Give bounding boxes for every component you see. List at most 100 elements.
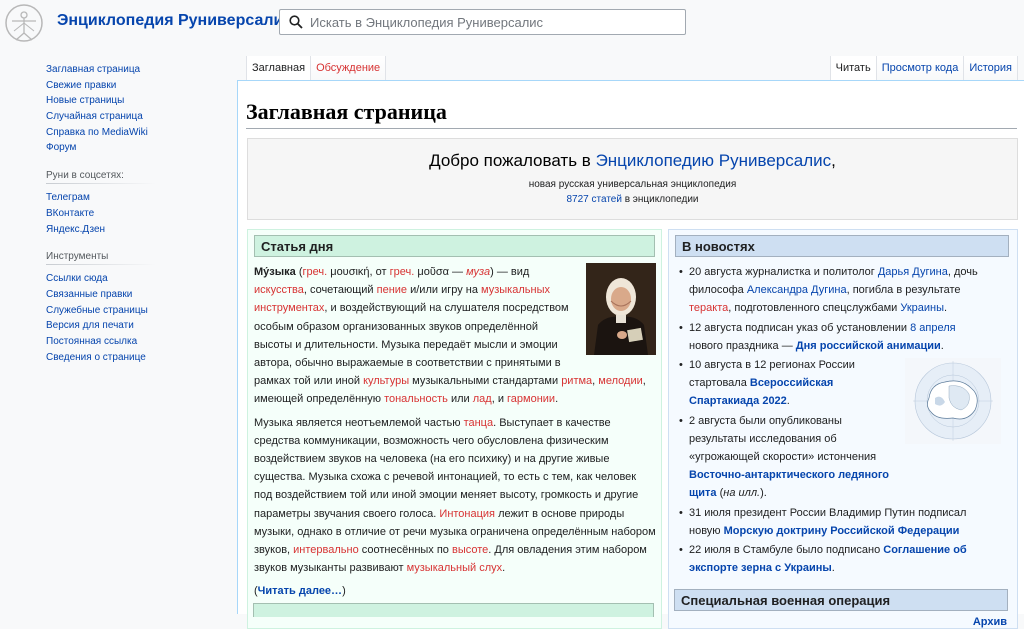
news-item: 12 августа подписан указ об установлении… [679,319,979,355]
news-archive-link[interactable]: Архив [973,616,1007,628]
inline-link[interactable]: Дня российской анимации [796,340,941,352]
tab-read[interactable]: Читать [829,56,877,80]
text-run: μουσική, от [327,266,390,278]
inline-link[interactable]: танца [464,417,494,429]
sidebar-item-related-changes[interactable]: Связанные правки [46,287,156,303]
inline-link[interactable]: 8 апреля [910,322,956,334]
text-run: 20 августа журналистка и политолог [689,266,878,278]
inline-link[interactable]: тональность [384,393,448,405]
inline-link[interactable]: высоте [452,544,488,556]
tab-main-page[interactable]: Заглавная [246,56,312,80]
news-item: 2 августа были опубликованы результаты и… [679,412,901,503]
sidebar-item-yandex-zen[interactable]: Яндекс.Дзен [46,222,156,238]
inline-link[interactable]: ритма [561,375,592,387]
featured-paragraph-2: Музыка является неотъемлемой частью танц… [254,414,656,578]
sidebar-item-printable-version[interactable]: Версия для печати [46,318,156,334]
text-run: 2 августа были опубликованы результаты и… [689,414,877,464]
tab-view-source[interactable]: Просмотр кода [876,56,965,80]
welcome-suffix: , [831,151,836,170]
sidebar-item-recent-changes[interactable]: Свежие правки [46,78,156,94]
welcome-banner: Добро пожаловать в Энциклопедию Руниверс… [247,138,1018,220]
sidebar-item-what-links-here[interactable]: Ссылки сюда [46,271,156,287]
news-item: 10 августа в 12 регионах России стартова… [679,356,901,411]
welcome-prefix: Добро пожаловать в [429,151,596,170]
featured-article-box: Статья дня Му́зыка (греч. μουσική, от гр… [247,229,662,629]
news-item: 22 июля в Стамбуле было подписано Соглаш… [679,541,979,577]
text-run: музыкальными стандартами [409,375,562,388]
inline-link[interactable]: пение [377,284,407,296]
text-run: , подготовленного спецслужбами [728,302,901,315]
sidebar-tools-heading: Инструменты [46,251,156,266]
inline-link[interactable]: искусства [254,284,304,296]
bach-portrait-image[interactable] [586,263,656,355]
inline-link[interactable]: муза [466,266,490,278]
news-box: В новостях 20 августа журналистка и поли… [668,229,1018,629]
read-more-line: (Читать далее…) [254,582,656,600]
inline-link[interactable]: лад [473,393,492,405]
featured-article-body: Му́зыка (греч. μουσική, от греч. μοῦσα —… [254,263,656,606]
tab-history[interactable]: История [964,56,1018,80]
article-count-suffix: в энциклопедии [621,194,699,205]
inline-link[interactable]: Александра Дугина [747,284,847,296]
search-input[interactable] [310,13,670,31]
namespace-tabs: Заглавная Обсуждение [246,56,387,80]
text-run: . [502,562,506,575]
inline-link[interactable]: Морскую доктрину Российской Федерации [724,525,960,537]
text-run: . [786,395,790,408]
sidebar-tools: Ссылки сюда Связанные правки Служебные с… [46,271,156,365]
text-run: , сочетающий [303,284,377,297]
inline-link[interactable]: мелодии [598,375,642,387]
article-count-link[interactable]: 8727 статей [566,194,621,205]
welcome-heading: Добро пожаловать в Энциклопедию Руниверс… [248,151,1017,171]
text-run: Музыка является неотъемлемой частью [254,416,464,429]
sidebar-item-page-info[interactable]: Сведения о странице [46,350,156,366]
inline-link[interactable]: теракта [689,302,728,314]
sidebar-item-vkontakte[interactable]: ВКонтакте [46,206,156,222]
search-box[interactable] [279,9,686,35]
sidebar-item-special-pages[interactable]: Служебные страницы [46,303,156,319]
site-logo-icon[interactable] [4,3,44,43]
inline-link[interactable]: Украины [900,302,944,314]
inline-link[interactable]: Дарья Дугина [878,266,948,278]
welcome-link[interactable]: Энциклопедию Руниверсалис [596,151,832,170]
main-content: Заглавная страница Добро пожаловать в Эн… [237,80,1024,629]
sidebar-item-telegram[interactable]: Телеграм [46,190,156,206]
text-run: ). [760,487,767,500]
title-divider [246,128,1017,129]
inline-link[interactable]: греч. [303,266,328,278]
inline-link[interactable]: культуры [363,375,409,387]
sidebar-social-heading: Руни в соцсетях: [46,170,156,185]
sidebar-item-permanent-link[interactable]: Постоянная ссылка [46,334,156,350]
welcome-tagline: новая русская универсальная энциклопедия [528,179,737,190]
text-run: . [831,562,835,575]
text-run: ( [295,266,303,278]
inline-link[interactable]: Интонация [439,508,495,520]
sidebar-item-mediawiki-help[interactable]: Справка по MediaWiki [46,125,156,141]
text-run: на илл. [723,487,761,500]
text-run: или [447,393,473,406]
sidebar-item-forum[interactable]: Форум [46,140,156,156]
inline-link[interactable]: интервально [293,544,359,556]
sidebar-nav: Заглавная страница Свежие правки Новые с… [46,62,156,156]
sidebar-social: Телеграм ВКонтакте Яндекс.Дзен [46,190,156,237]
text-run: , и [491,393,508,406]
inline-link[interactable]: музыкальный слух [407,562,503,574]
next-section-box-partial [253,603,654,617]
page-title: Заглавная страница [246,99,447,124]
sidebar-item-random-page[interactable]: Случайная страница [46,109,156,125]
text-run: ) — вид [490,266,530,278]
read-more-link[interactable]: Читать далее… [258,585,342,597]
sidebar-item-main-page[interactable]: Заглавная страница [46,62,156,78]
read-more-close: ) [342,585,346,598]
inline-link[interactable]: греч. [390,266,415,278]
antarctica-map-image[interactable] [905,358,1001,444]
sidebar-item-new-pages[interactable]: Новые страницы [46,93,156,109]
site-title[interactable]: Энциклопедия Руниверсалис [57,12,292,30]
text-run: 22 июля в Стамбуле было подписано [689,544,884,557]
text-run: нового праздника — [689,339,796,352]
article-count: 8727 статей в энциклопедии [248,194,1017,205]
tab-discussion[interactable]: Обсуждение [311,56,387,80]
news-item: 31 июля президент России Владимир Путин … [679,504,979,540]
inline-link[interactable]: гармонии [507,393,555,405]
text-run: μοῦσα — [414,266,467,278]
